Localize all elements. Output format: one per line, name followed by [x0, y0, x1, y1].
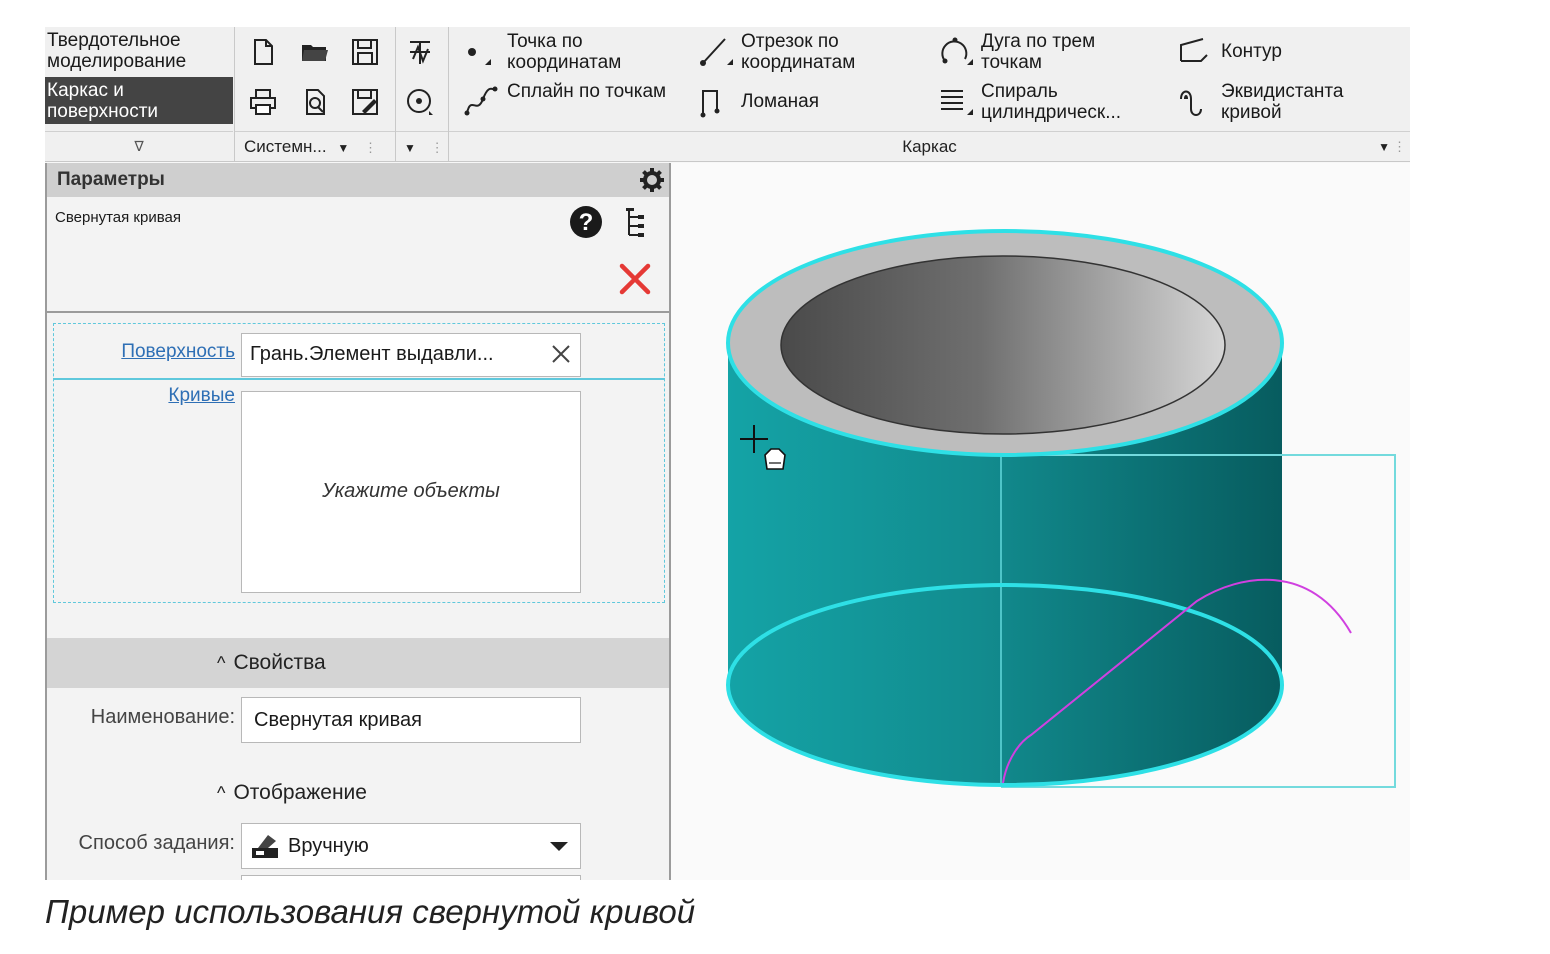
next-field-edge [241, 875, 581, 880]
macro-icon[interactable] [405, 37, 435, 67]
point-icon [468, 48, 491, 65]
parameters-panel: Параметры Свернутая кривая ? Поверхность… [45, 163, 671, 880]
contour-icon [1180, 38, 1208, 62]
segment-icon [700, 38, 733, 66]
name-value: Свернутая кривая [254, 709, 422, 731]
carcass-group-footer[interactable]: Каркас ▼ ⋮ [449, 131, 1410, 162]
caret-up-icon: ^ [217, 783, 226, 803]
cylindrical-spiral-button[interactable]: Спираль цилиндрическ... [937, 79, 1167, 127]
arc-by-three-points-button[interactable]: Дуга по трем точкам [937, 29, 1167, 77]
object-header: Свернутая кривая ? [47, 197, 669, 313]
method-label: Способ задания: [78, 832, 235, 854]
system-group-footer[interactable]: Системн... ▼ ⋮ [235, 131, 395, 162]
caret-up-icon: ^ [217, 653, 226, 673]
save-as-icon[interactable] [350, 87, 380, 117]
command-label: Дуга по трем точкам [981, 31, 1096, 73]
chevron-down-icon[interactable]: ▼ [404, 141, 416, 155]
command-label: Спираль цилиндрическ... [981, 81, 1122, 123]
command-label: Ломаная [741, 91, 820, 112]
segment-by-coordinates-button[interactable]: Отрезок по координатам [697, 29, 917, 77]
close-icon[interactable] [617, 261, 653, 297]
chevron-down-icon[interactable]: ▼ [1378, 132, 1390, 162]
help-icon[interactable]: ? [569, 205, 603, 239]
mode-switcher: Твердотельное моделирование Каркас и пов… [45, 27, 233, 161]
manual-mode-icon [252, 835, 278, 858]
panel-title: Параметры [57, 169, 165, 190]
svg-text:?: ? [579, 209, 594, 236]
spline-icon [464, 86, 498, 116]
command-label: Эквидистанта кривой [1221, 81, 1344, 123]
clear-icon[interactable] [550, 343, 572, 365]
app-window: Твердотельное моделирование Каркас и пов… [45, 27, 1410, 880]
command-label: Точка по координатам [507, 31, 622, 73]
polyline-button[interactable]: Ломаная [697, 79, 897, 127]
command-label: Отрезок по координатам [741, 31, 856, 73]
curves-placeholder: Укажите объекты [322, 480, 500, 502]
offset-curve-button[interactable]: Эквидистанта кривой [1177, 79, 1397, 127]
grip-icon[interactable]: ⋮ [364, 140, 377, 155]
tree-icon[interactable] [624, 207, 648, 239]
display-section-header[interactable]: ^ Отображение [217, 781, 367, 805]
preview-icon[interactable] [300, 87, 330, 117]
grip-icon[interactable]: ⋮ [431, 140, 444, 155]
expand-modes-icon[interactable]: ∇ [45, 131, 233, 162]
save-icon[interactable] [350, 37, 380, 67]
gear-icon[interactable] [639, 167, 665, 193]
mode-wireframe-surfaces[interactable]: Каркас и поверхности [45, 77, 233, 124]
mode-solid-modeling[interactable]: Твердотельное моделирование [45, 27, 233, 74]
offset-curve-icon [1180, 90, 1202, 116]
method-select[interactable]: Вручную [241, 823, 581, 869]
model-canvas[interactable] [671, 163, 1410, 880]
surface-value: Грань.Элемент выдавли... [250, 343, 494, 365]
ribbon: Твердотельное моделирование Каркас и пов… [45, 27, 1410, 162]
new-document-icon[interactable] [248, 37, 278, 67]
properties-title-text: Свойства [233, 651, 326, 674]
model-viewport[interactable] [671, 163, 1410, 880]
surface-link[interactable]: Поверхность [87, 341, 235, 363]
system-group-label: Системн... [244, 137, 327, 156]
carcass-group-label: Каркас [902, 137, 957, 156]
display-title-text: Отображение [233, 781, 367, 804]
chevron-down-icon[interactable]: ▼ [337, 141, 349, 155]
inner-hole[interactable] [780, 255, 1226, 435]
open-folder-icon[interactable] [300, 37, 330, 67]
curves-list[interactable]: Укажите объекты [241, 391, 581, 593]
name-label: Наименование: [90, 706, 235, 728]
arc-icon [941, 37, 973, 65]
panel-header: Параметры [47, 163, 669, 197]
command-label: Контур [1221, 41, 1282, 62]
object-title: Свернутая кривая [55, 209, 181, 226]
polyline-icon [700, 90, 720, 118]
properties-section-header[interactable]: ^ Свойства [47, 638, 669, 688]
spline-by-points-button[interactable]: Сплайн по точкам [463, 79, 683, 127]
spiral-icon [941, 90, 973, 115]
command-label: Сплайн по точкам [507, 81, 667, 102]
properties-title: ^ Свойства [217, 651, 326, 675]
chevron-down-icon[interactable] [550, 842, 568, 851]
tools-group-footer[interactable]: ▼ ⋮ [396, 131, 448, 162]
name-field[interactable]: Свернутая кривая [241, 697, 581, 743]
curves-link[interactable]: Кривые [87, 385, 235, 407]
contour-button[interactable]: Контур [1177, 29, 1377, 77]
grip-icon[interactable]: ⋮ [1393, 132, 1406, 162]
print-icon[interactable] [248, 87, 278, 117]
point-by-coordinates-button[interactable]: Точка по координатам [463, 29, 683, 77]
figure-caption: Пример использования свернутой кривой [45, 893, 696, 930]
disk-icon[interactable] [405, 87, 435, 117]
surface-field[interactable]: Грань.Элемент выдавли... [241, 333, 581, 377]
divider [53, 378, 665, 380]
method-value: Вручную [288, 835, 369, 857]
